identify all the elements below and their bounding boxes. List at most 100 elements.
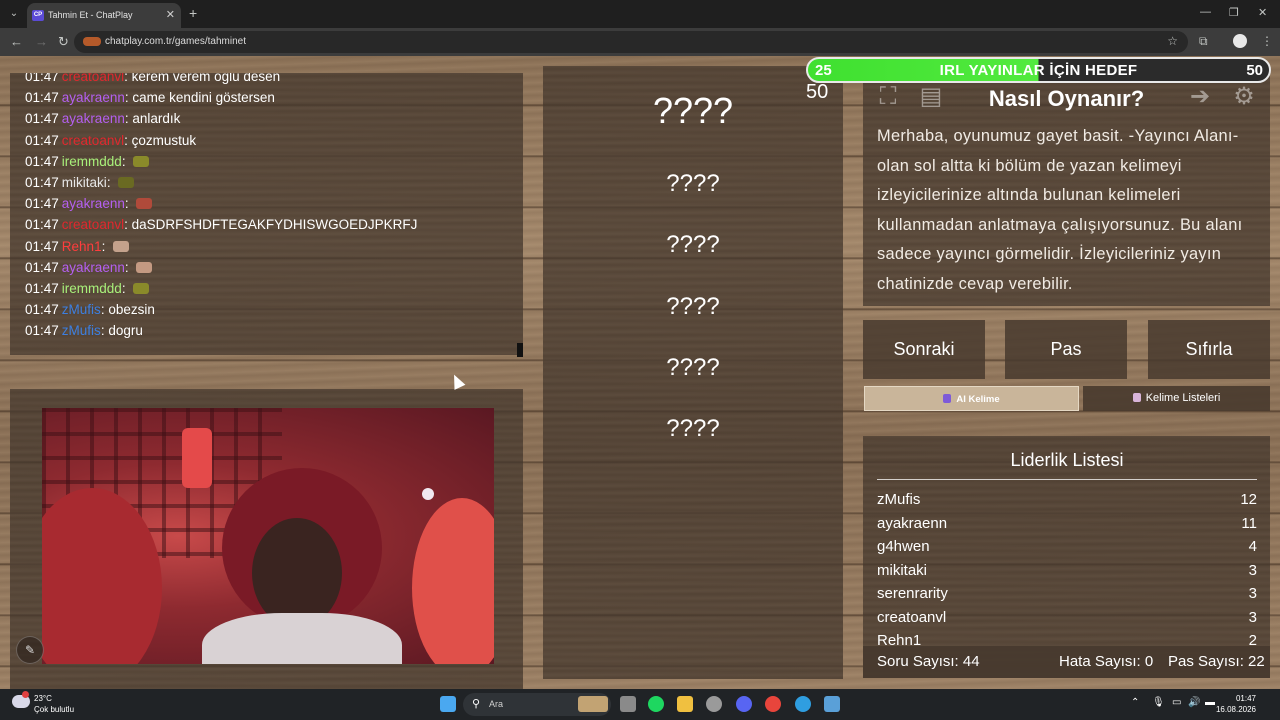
forbidden-word: ???? — [666, 170, 720, 197]
search-highlight-icon — [578, 696, 608, 712]
chat-message: 01:47 ayakraenn: — [25, 193, 417, 214]
reset-button[interactable]: Sıfırla — [1148, 320, 1270, 379]
leaderboard-name: mikitaki — [877, 561, 928, 579]
chat-message: 01:47 Rehn1: — [25, 236, 417, 257]
tab-title: Tahmin Et - ChatPlay — [48, 10, 133, 20]
settings-app-icon[interactable] — [706, 696, 722, 712]
chat-timestamp: 01:47 — [25, 153, 59, 169]
target-title: IRL YAYINLAR İÇİN HEDEF — [939, 62, 1138, 79]
chat-message: 01:47 iremmddd: — [25, 151, 417, 172]
chat-timestamp: 01:47 — [25, 238, 59, 254]
streamer-video — [42, 408, 494, 664]
chat-username[interactable]: creatoanvl — [62, 73, 124, 84]
chat-username[interactable]: iremmddd — [62, 281, 122, 296]
edge-icon[interactable] — [795, 696, 811, 712]
chat-message: 01:47 creatoanvl: kerem verem oğlu desen — [25, 73, 417, 87]
minimize-icon[interactable]: — — [1200, 6, 1211, 18]
word-lists-button[interactable]: Kelime Listeleri — [1083, 386, 1270, 411]
leaderboard-name: serenrarity — [877, 585, 948, 602]
chat-username[interactable]: iremmddd — [62, 154, 122, 169]
chat-text: kerem verem oğlu desen — [131, 73, 281, 84]
ai-word-button[interactable]: AI Kelime — [864, 386, 1079, 411]
browser-tab[interactable]: CP Tahmin Et - ChatPlay ✕ — [27, 3, 181, 28]
chat-username[interactable]: Rehn1 — [62, 239, 102, 254]
site-info-icon[interactable] — [83, 37, 101, 46]
chat-username[interactable]: mikitaki — [62, 175, 107, 190]
bookmark-star-icon[interactable]: ☆ — [1167, 34, 1178, 48]
target-progress-bar: 25 IRL YAYINLAR İÇİN HEDEF 50 — [806, 57, 1271, 83]
battery-icon[interactable]: ▬ — [1205, 697, 1215, 708]
tray-chevron-icon[interactable]: ⌃ — [1131, 697, 1139, 708]
close-tab-icon[interactable]: ✕ — [166, 8, 175, 21]
chat-username[interactable]: creatoanvl — [62, 217, 124, 232]
microphone-icon[interactable]: 🎙 — [1152, 697, 1165, 708]
start-windows-icon[interactable] — [440, 696, 456, 712]
chat-message: 01:47 zMufis: obezsin — [25, 302, 155, 318]
leaderboard-name: zMufis — [877, 491, 921, 508]
back-icon[interactable]: ← — [10, 34, 23, 49]
pass-button[interactable]: Pas — [1005, 320, 1127, 379]
chrome-icon[interactable] — [765, 696, 781, 712]
exit-icon[interactable]: ➔ — [1185, 82, 1215, 112]
clock-time: 01:47 — [1235, 694, 1256, 703]
chat-username[interactable]: ayakraenn — [62, 90, 125, 105]
chat-username[interactable]: ayakraenn — [62, 111, 125, 126]
emote-icon — [113, 240, 130, 252]
forbidden-word: ???? — [666, 231, 720, 258]
menu-dots-icon[interactable]: ⋮ — [1261, 34, 1273, 48]
reload-icon[interactable]: ↻ — [58, 34, 69, 50]
chat-username[interactable]: ayakraenn — [62, 196, 125, 211]
chat-timestamp: 01:47 — [25, 280, 59, 296]
leaderboard-row: ayakraenn 11 — [877, 512, 1257, 536]
chat-timestamp: 01:47 — [25, 217, 59, 233]
chat-message: 01:47 mikitaki: — [25, 172, 417, 193]
pen-tool-icon[interactable]: ✎ — [16, 636, 44, 664]
profile-avatar-icon[interactable] — [1233, 34, 1247, 48]
system-clock[interactable]: 01:47 16.08.2026 — [1216, 693, 1256, 715]
new-tab-icon[interactable]: + — [189, 5, 197, 21]
game-page: 01:47 creatoanvl: kerem verem oğlu desen 0… — [0, 56, 1280, 689]
chat-text: came kendini göstersen — [132, 90, 275, 106]
main-word: ???? — [652, 90, 734, 131]
ai-word-label: AI Kelime — [956, 394, 1000, 405]
leaderboard-score: 3 — [1248, 608, 1257, 626]
volume-icon[interactable]: 🔊 — [1188, 697, 1200, 708]
chat-username[interactable]: zMufis — [62, 302, 101, 317]
chat-message: 01:47 ayakraenn: came kendini göstersen — [25, 90, 275, 106]
chat-message: 01:47 iremmddd: — [25, 278, 417, 299]
leaderboard-panel: Liderlik Listesi zMufis 12 ayakraenn 11 g4hw… — [863, 436, 1270, 678]
chat-username[interactable]: zMufis — [62, 323, 101, 338]
chat-username[interactable]: creatoanvl — [62, 133, 124, 148]
chat-username[interactable]: ayakraenn — [62, 260, 125, 275]
word-lists-label: Kelime Listeleri — [1145, 392, 1221, 404]
chat-timestamp: 01:47 — [25, 73, 59, 84]
how-to-play-panel: ⛶ ▤ Nasıl Oynanır? ➔ ⚙ Merhaba, oyunumuz… — [863, 66, 1270, 306]
close-window-icon[interactable]: ✕ — [1258, 6, 1267, 19]
task-view-icon[interactable] — [620, 696, 636, 712]
address-bar[interactable]: chatplay.com.tr/games/tahminet ☆ — [74, 31, 1188, 53]
favicon-icon: CP — [32, 10, 44, 21]
extensions-icon[interactable]: ⧉ — [1199, 34, 1208, 49]
spotify-icon[interactable] — [648, 696, 664, 712]
emote-icon — [136, 198, 153, 210]
network-icon[interactable]: ▭ — [1172, 697, 1181, 708]
chat-message: 01:47 ayakraenn: anlardık — [25, 111, 181, 127]
forward-icon[interactable]: → — [35, 34, 48, 49]
file-explorer-icon[interactable] — [677, 696, 693, 712]
chat-scrollbar[interactable] — [517, 343, 523, 357]
restore-icon[interactable]: ❐ — [1229, 6, 1239, 19]
chat-panel: 01:47 creatoanvl: kerem verem oğlu desen 0… — [10, 73, 523, 355]
chat-message: 01:47 zMufis: dogru — [25, 323, 143, 339]
chat-message: 01:47 creatoanvl: çozmustuk — [25, 132, 197, 148]
discord-icon[interactable] — [736, 696, 752, 712]
emote-icon — [133, 155, 150, 167]
leaderboard-row: mikitaki 3 — [877, 559, 1257, 583]
browser-tab-bar: ⌄ CP Tahmin Et - ChatPlay ✕ + — ❐ ✕ — [0, 0, 1280, 28]
tab-search-icon[interactable]: ⌄ — [6, 6, 22, 22]
mouse-cursor — [448, 372, 466, 390]
app-icon[interactable] — [824, 696, 840, 712]
settings-gear-icon[interactable]: ⚙ — [1229, 82, 1259, 112]
next-button[interactable]: Sonraki — [863, 320, 985, 379]
leaderboard-score: 3 — [1248, 585, 1257, 602]
chat-text: daSDRFSHDFTEGAKFYDHISWGOEDJPKRFJ — [131, 217, 418, 233]
